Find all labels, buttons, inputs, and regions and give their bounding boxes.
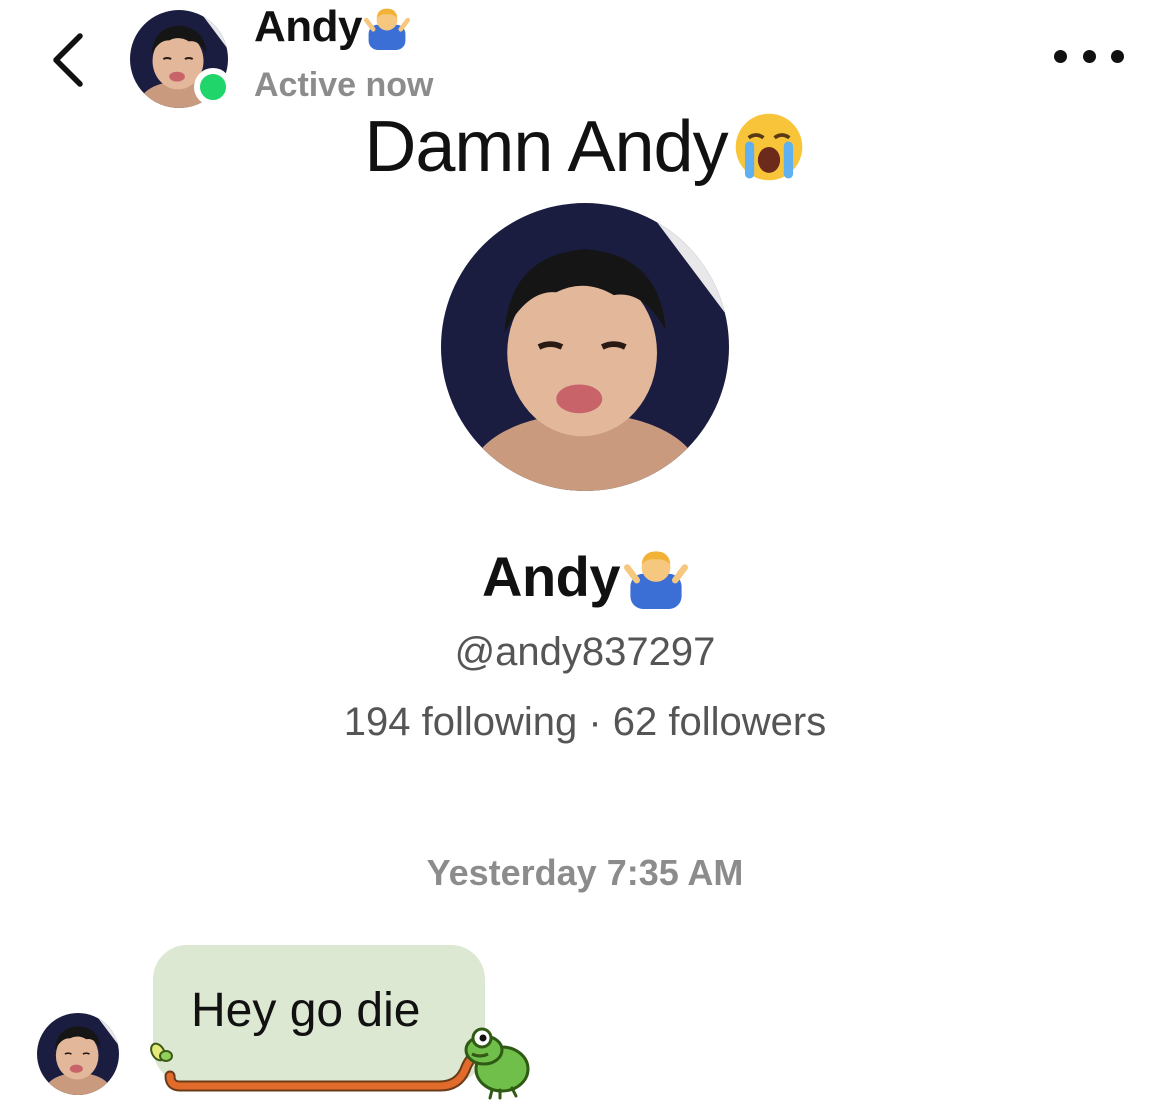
message-text: Hey go die — [191, 984, 421, 1037]
profile-name-text: Andy — [482, 545, 621, 608]
back-button[interactable] — [40, 28, 96, 92]
message-timestamp: Yesterday 7:35 AM — [426, 852, 744, 893]
profile-stats: 194 following · 62 followers — [0, 700, 1170, 745]
header-avatar[interactable] — [130, 10, 232, 108]
avatar — [441, 203, 729, 491]
online-status-indicator — [194, 68, 232, 106]
man-shrugging-icon — [364, 4, 410, 50]
message-sender-avatar[interactable] — [37, 1013, 119, 1095]
header-name-text: Andy — [254, 2, 363, 51]
man-shrugging-icon — [624, 545, 688, 609]
chat-title: Damn Andy — [0, 106, 1170, 188]
profile-name: Andy — [0, 544, 1170, 609]
stats-separator: · — [577, 700, 613, 744]
more-horizontal-icon — [1054, 49, 1067, 63]
message-bubble[interactable]: Hey go die — [153, 945, 485, 1083]
active-status: Active now — [254, 66, 434, 104]
header-contact-name[interactable]: Andy — [254, 2, 410, 52]
chat-title-text: Damn Andy — [364, 107, 728, 187]
loudly-crying-face-icon — [733, 111, 804, 183]
chevron-left-icon — [53, 33, 83, 87]
avatar — [37, 1013, 119, 1095]
profile-handle: @andy837297 — [454, 630, 716, 674]
more-options-button[interactable] — [1054, 36, 1124, 76]
followers-count[interactable]: 62 followers — [613, 700, 826, 745]
profile-avatar[interactable] — [441, 203, 729, 491]
following-count[interactable]: 194 following — [344, 700, 578, 745]
